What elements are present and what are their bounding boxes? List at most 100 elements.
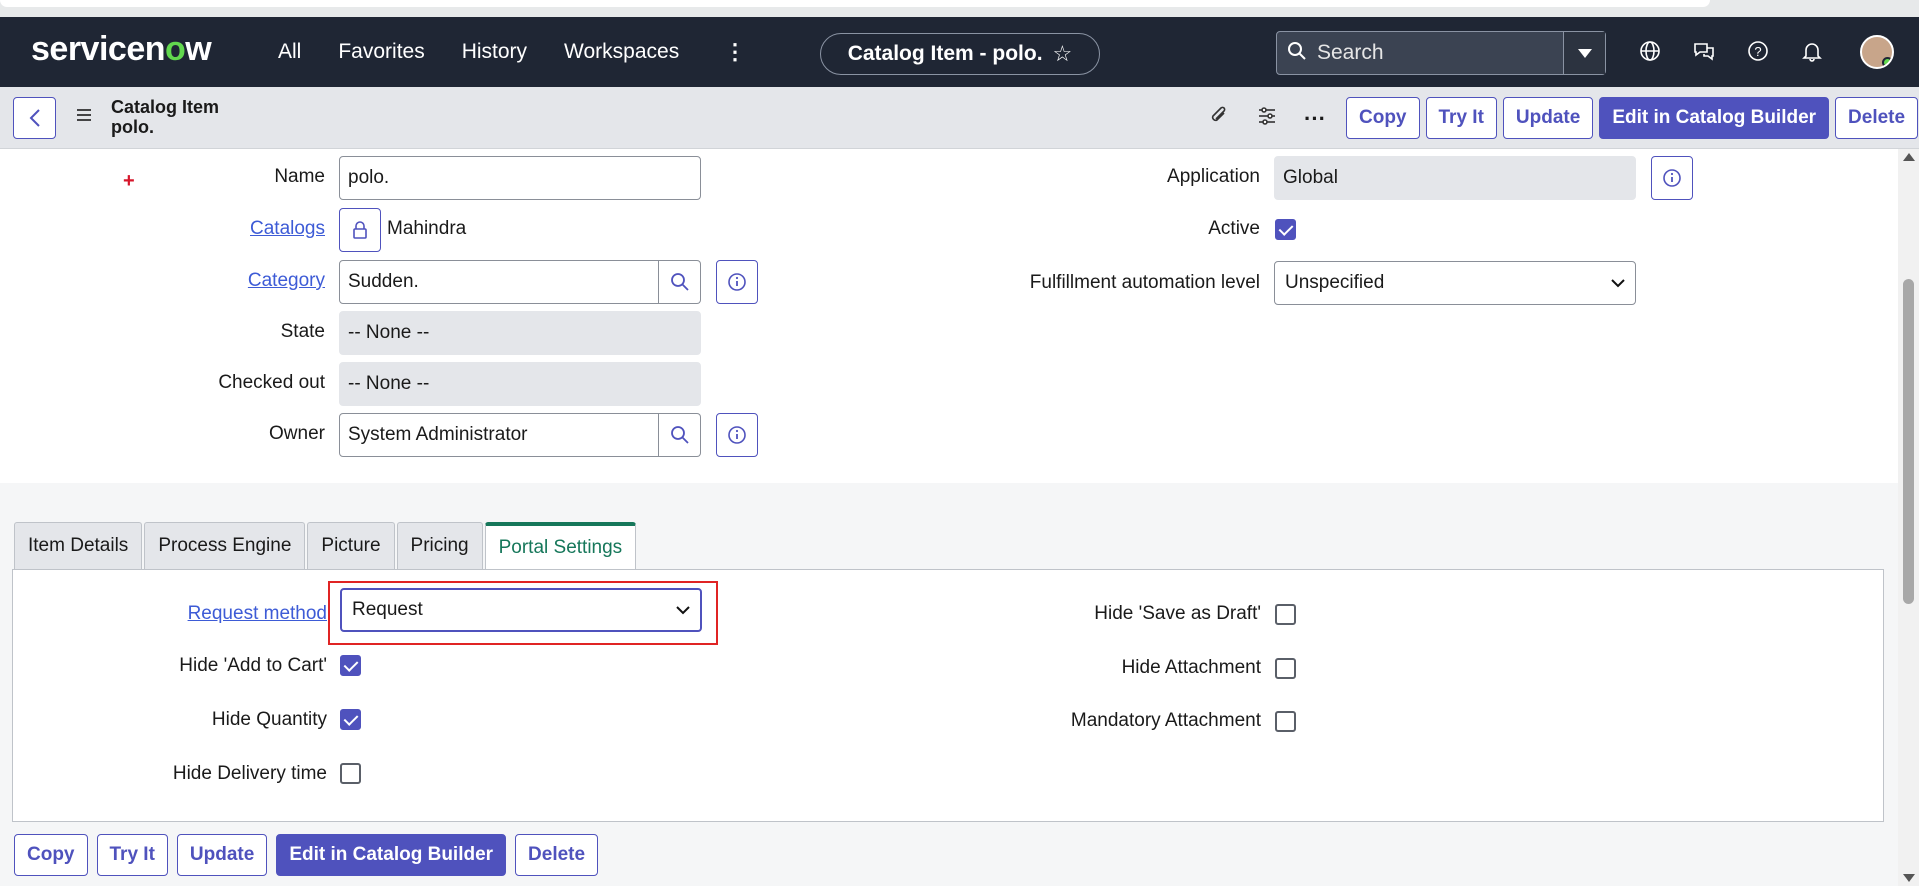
- portal-settings-panel: Request method Request Hide 'Add to Cart…: [12, 569, 1884, 822]
- tab-picture[interactable]: Picture: [307, 522, 395, 569]
- paperclip-icon[interactable]: [1208, 105, 1230, 132]
- checked-out-field: -- None --: [339, 362, 701, 406]
- footer-delete-button[interactable]: Delete: [515, 834, 599, 876]
- form-content: + Name polo. Catalogs Mahindra Category …: [0, 149, 1898, 886]
- settings-sliders-icon[interactable]: [1256, 105, 1278, 132]
- delete-button[interactable]: Delete: [1835, 97, 1919, 139]
- category-info-button[interactable]: [716, 260, 758, 304]
- footer-button-group: Copy Try It Update Edit in Catalog Build…: [14, 834, 599, 876]
- name-field[interactable]: polo.: [339, 156, 701, 200]
- checked-out-label: Checked out: [218, 372, 325, 393]
- hide-quantity-checkbox[interactable]: [340, 709, 361, 730]
- browser-top-strip: [0, 0, 1919, 17]
- info-icon: [728, 426, 746, 444]
- application-label: Application: [1167, 166, 1260, 187]
- page-scrollbar[interactable]: [1898, 149, 1919, 886]
- nav-link-history[interactable]: History: [462, 40, 527, 64]
- hide-add-to-cart-label: Hide 'Add to Cart': [179, 655, 327, 676]
- owner-field[interactable]: System Administrator: [339, 413, 659, 457]
- scrollbar-thumb[interactable]: [1903, 279, 1914, 604]
- help-icon[interactable]: ?: [1744, 37, 1772, 65]
- application-info-button[interactable]: [1651, 156, 1693, 200]
- search-icon: [1277, 41, 1317, 66]
- footer-edit-in-catalog-builder-button[interactable]: Edit in Catalog Builder: [276, 834, 507, 876]
- category-field[interactable]: Sudden.: [339, 260, 659, 304]
- request-method-link[interactable]: Request method: [123, 603, 327, 625]
- catalogs-link[interactable]: Catalogs: [150, 218, 325, 240]
- mandatory-attachment-checkbox[interactable]: [1275, 711, 1296, 732]
- copy-button[interactable]: Copy: [1346, 97, 1420, 139]
- footer-copy-button[interactable]: Copy: [14, 834, 88, 876]
- owner-lookup-button[interactable]: [659, 413, 701, 457]
- tab-item-details[interactable]: Item Details: [14, 522, 143, 569]
- hide-save-as-draft-label: Hide 'Save as Draft': [1094, 603, 1261, 624]
- back-button[interactable]: [13, 97, 56, 139]
- form-fields-section: + Name polo. Catalogs Mahindra Category …: [0, 149, 1898, 483]
- footer-try-it-button[interactable]: Try It: [96, 834, 168, 876]
- hide-add-to-cart-checkbox[interactable]: [340, 655, 361, 676]
- more-options-icon[interactable]: ···: [1304, 107, 1326, 129]
- scroll-up-arrow-icon[interactable]: [1903, 153, 1915, 161]
- search-icon: [670, 273, 689, 291]
- owner-label: Owner: [269, 423, 325, 444]
- chevron-down-icon: [1611, 278, 1625, 287]
- search-input[interactable]: Search: [1317, 41, 1563, 65]
- chat-icon[interactable]: [1690, 37, 1718, 65]
- mandatory-attachment-label: Mandatory Attachment: [1070, 710, 1261, 731]
- update-button[interactable]: Update: [1502, 97, 1594, 139]
- nav-link-workspaces[interactable]: Workspaces: [564, 40, 679, 64]
- category-link[interactable]: Category: [150, 270, 325, 292]
- footer-update-button[interactable]: Update: [176, 834, 268, 876]
- nav-link-all[interactable]: All: [278, 40, 301, 64]
- tab-portal-settings[interactable]: Portal Settings: [484, 522, 637, 570]
- edit-in-catalog-builder-button[interactable]: Edit in Catalog Builder: [1599, 97, 1830, 139]
- tab-process-engine[interactable]: Process Engine: [144, 522, 306, 569]
- lock-icon: [353, 221, 367, 239]
- search-icon: [670, 426, 689, 444]
- nav-link-favorites[interactable]: Favorites: [338, 40, 424, 64]
- more-menu-icon[interactable]: ⋮: [724, 39, 746, 65]
- hide-attachment-checkbox[interactable]: [1275, 658, 1296, 679]
- global-search[interactable]: Search: [1276, 31, 1606, 75]
- chevron-left-icon: [29, 109, 40, 127]
- state-label: State: [280, 321, 325, 342]
- user-avatar[interactable]: [1860, 35, 1894, 69]
- scroll-down-arrow-icon[interactable]: [1903, 874, 1915, 882]
- fulfillment-automation-value: Unspecified: [1285, 272, 1385, 293]
- hamburger-menu-icon[interactable]: [75, 107, 93, 128]
- active-checkbox[interactable]: [1275, 219, 1296, 240]
- fulfillment-automation-select[interactable]: Unspecified: [1274, 261, 1636, 305]
- owner-info-button[interactable]: [716, 413, 758, 457]
- favorite-star-icon[interactable]: ☆: [1053, 41, 1073, 67]
- notifications-bell-icon[interactable]: [1798, 37, 1826, 65]
- form-header-bar: Catalog Item polo. ··· Copy Try It Updat…: [0, 87, 1919, 149]
- hide-delivery-time-checkbox[interactable]: [340, 763, 361, 784]
- try-it-button[interactable]: Try It: [1425, 97, 1497, 139]
- info-icon: [728, 273, 746, 291]
- form-title: Catalog Item polo.: [111, 97, 219, 137]
- context-title-pill[interactable]: Catalog Item - polo. ☆: [820, 33, 1100, 75]
- servicenow-logo[interactable]: servicenow: [31, 30, 212, 69]
- unlock-catalogs-button[interactable]: [339, 208, 381, 252]
- globe-icon[interactable]: [1636, 37, 1664, 65]
- svg-text:?: ?: [1754, 44, 1761, 59]
- hide-quantity-label: Hide Quantity: [211, 709, 327, 730]
- header-icon-group: ···: [1208, 105, 1326, 132]
- name-label: Name: [274, 166, 325, 187]
- online-status-dot: [1882, 57, 1892, 67]
- state-field: -- None --: [339, 311, 701, 355]
- nav-icon-group: ?: [1636, 37, 1826, 65]
- browser-chrome-pill: [0, 0, 1710, 7]
- active-label: Active: [1208, 218, 1260, 239]
- tab-pricing[interactable]: Pricing: [396, 522, 483, 569]
- required-indicator: +: [123, 170, 135, 192]
- form-title-record: polo.: [111, 117, 154, 137]
- category-lookup-button[interactable]: [659, 260, 701, 304]
- application-field: Global: [1274, 156, 1636, 200]
- catalogs-value: Mahindra: [387, 218, 467, 239]
- search-dropdown-icon[interactable]: [1563, 32, 1605, 74]
- header-button-group: Copy Try It Update Edit in Catalog Build…: [1346, 97, 1919, 139]
- hide-save-as-draft-checkbox[interactable]: [1275, 604, 1296, 625]
- hide-delivery-time-label: Hide Delivery time: [172, 763, 327, 784]
- fulfillment-automation-label: Fulfillment automation level: [1029, 272, 1260, 293]
